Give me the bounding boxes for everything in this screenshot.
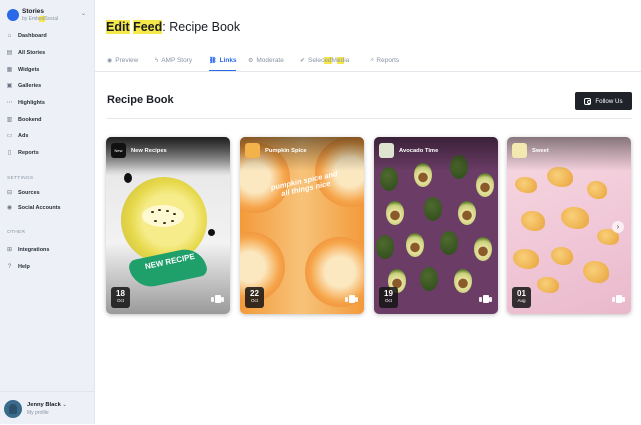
brand-switcher[interactable]: Stories by EmbedSocial ⌄	[7, 8, 91, 24]
integrations-icon: ⊞	[6, 246, 13, 253]
chart-icon: ⩘	[370, 57, 374, 63]
sidebar-item-ads[interactable]: ▭ Ads	[6, 130, 90, 142]
widgets-icon: ▦	[6, 66, 13, 73]
date-badge: 18 Oct	[111, 287, 130, 308]
tab-selected-media[interactable]: ✔ Selec ed Med ia	[300, 57, 349, 64]
profile-name: Jenny Black ⌄	[27, 402, 67, 408]
sidebar-item-sources[interactable]: ⊟ Sources	[6, 187, 90, 199]
chevron-down-icon: ⌄	[81, 11, 87, 17]
story-card-pumpkin-spice[interactable]: pumpkin spice and all things nice Pumpki…	[240, 137, 364, 314]
date-badge: 22 Oct	[245, 287, 264, 308]
profile-menu[interactable]: Jenny Black ⌄ My profile	[0, 391, 94, 425]
story-card-avocado-time[interactable]: Avocado Time 19 Oct	[374, 137, 498, 314]
check-circle-icon: ✔	[300, 58, 306, 64]
feed-title: Recipe Book	[107, 94, 174, 106]
settings-section-label: SETTINGS	[7, 176, 34, 181]
tab-moderate[interactable]: ⚙ Moderate	[248, 57, 284, 64]
tab-amp-story[interactable]: ϟ AMP Story	[155, 57, 192, 64]
card-title: Sweet	[532, 148, 549, 154]
sidebar-item-widgets[interactable]: ▦ Widgets	[6, 64, 90, 76]
gallery-icon: ▣	[6, 82, 13, 89]
tabs-divider	[94, 71, 641, 72]
dots-icon: ⋯	[6, 99, 13, 106]
sidebar-item-highlights[interactable]: ⋯ Highlights	[6, 97, 90, 109]
card-logo	[245, 143, 260, 158]
report-icon: ▯	[7, 149, 12, 156]
sidebar-item-integrations[interactable]: ⊞ Integrations	[6, 244, 90, 256]
card-logo	[512, 143, 527, 158]
page-title: Edit Feed: Recipe Book	[106, 20, 241, 34]
tab-links[interactable]: ⛓ Links	[209, 57, 237, 64]
help-icon: ?	[7, 263, 12, 270]
profile-subtitle: My profile	[27, 410, 49, 416]
stories-stack-icon	[612, 295, 625, 303]
stories-stack-icon	[211, 295, 224, 303]
gear-icon: ⚙	[248, 58, 254, 64]
tab-reports[interactable]: ⩘ Reports	[370, 57, 399, 64]
instagram-icon	[584, 97, 592, 105]
story-card-sweet[interactable]: Sweet › 01 Aug	[507, 137, 631, 314]
chevron-right-icon[interactable]: ›	[612, 221, 624, 233]
brand-logo	[7, 9, 19, 21]
card-title: Pumpkin Spice	[265, 148, 307, 154]
grid-icon: ▤	[6, 49, 13, 56]
story-card-new-recipes[interactable]: NEW RECIPE New New Recipes 18 Oct	[106, 137, 230, 314]
sidebar-item-all-stories[interactable]: ▤ All Stories	[6, 47, 90, 59]
brand-subtitle: by EmbedSocial	[22, 16, 59, 22]
sidebar-item-help[interactable]: ? Help	[6, 261, 90, 273]
link-icon: ⛓	[209, 58, 217, 64]
stories-stack-icon	[479, 295, 492, 303]
sidebar-item-social-accounts[interactable]: ◉ Social Accounts	[6, 202, 90, 214]
tab-preview[interactable]: ◉ Preview	[107, 57, 138, 64]
feed-divider	[107, 118, 632, 119]
sidebar-item-dashboard[interactable]: ⌂ Dashboard	[6, 30, 90, 42]
follow-us-button[interactable]: Follow Us	[575, 92, 632, 110]
sidebar-item-galleries[interactable]: ▣ Galleries	[6, 80, 90, 92]
home-icon: ⌂	[7, 32, 12, 39]
bookend-icon: ▥	[6, 116, 13, 123]
brand-name: Stories	[22, 8, 45, 15]
avatar	[4, 400, 22, 418]
other-section-label: OTHER	[7, 230, 26, 235]
sidebar-item-reports[interactable]: ▯ Reports	[6, 147, 90, 159]
user-icon: ◉	[6, 204, 13, 211]
chevron-down-icon: ⌄	[62, 402, 67, 408]
card-title: New Recipes	[131, 148, 167, 154]
sidebar: Stories by EmbedSocial ⌄ ⌂ Dashboard ▤ All…	[0, 0, 95, 424]
card-logo	[379, 143, 394, 158]
bolt-icon: ϟ	[155, 57, 159, 64]
date-badge: 19 Oct	[379, 287, 398, 308]
sidebar-item-bookend[interactable]: ▥ Bookend	[6, 114, 90, 126]
sources-icon: ⊟	[6, 189, 13, 196]
date-badge: 01 Aug	[512, 287, 531, 308]
card-logo: New	[111, 143, 126, 158]
stories-stack-icon	[345, 295, 358, 303]
ads-icon: ▭	[6, 132, 13, 139]
card-title: Avocado Time	[399, 148, 439, 154]
eye-icon: ◉	[107, 58, 113, 64]
